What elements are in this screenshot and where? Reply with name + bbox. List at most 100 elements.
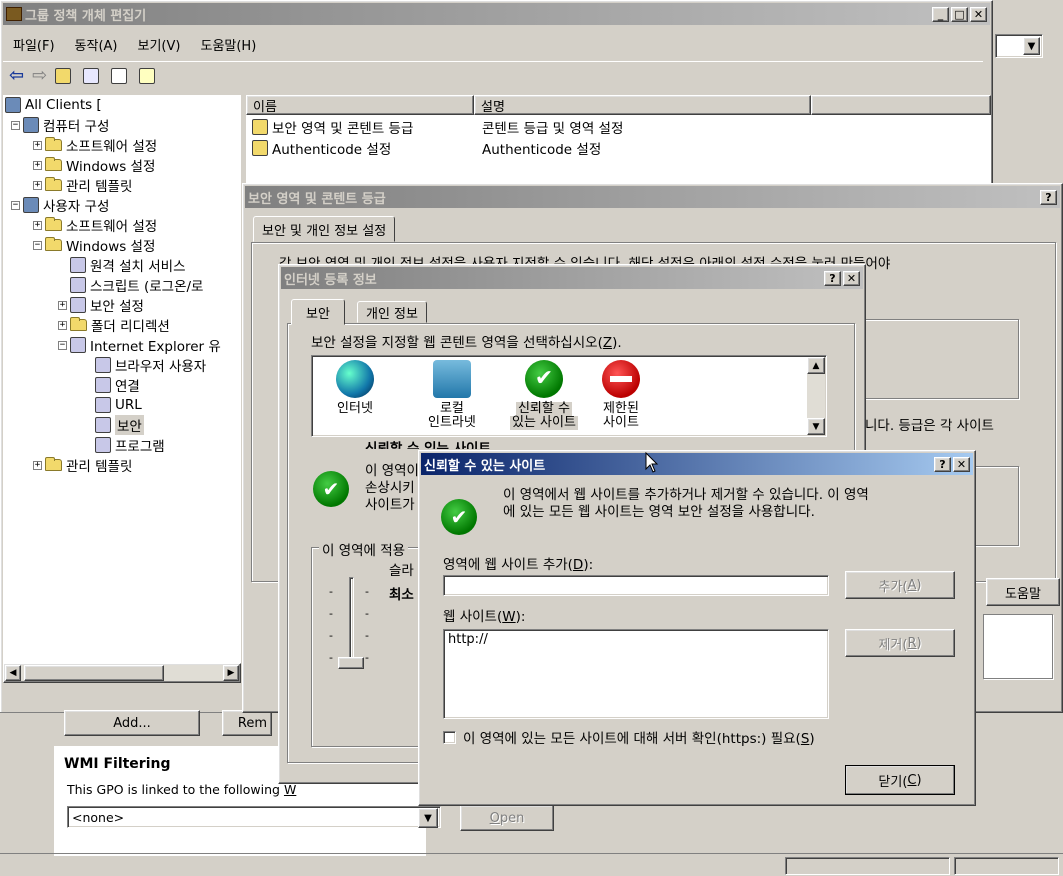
tree-item[interactable]: 프로그램: [83, 435, 165, 455]
expand-icon[interactable]: +: [33, 140, 42, 150]
expand-icon[interactable]: +: [33, 180, 42, 190]
list-row[interactable]: 보안 영역 및 콘텐트 등급: [252, 117, 413, 137]
add-site-input[interactable]: [443, 575, 829, 596]
help-button[interactable]: 도움말: [986, 578, 1060, 606]
show-tree-icon[interactable]: [83, 67, 100, 84]
close-dialog-button[interactable]: 닫기(C): [845, 765, 955, 795]
zone-internet[interactable]: 인터넷: [336, 360, 374, 416]
expand-icon[interactable]: +: [58, 320, 67, 330]
https-checkbox[interactable]: [443, 730, 456, 744]
zone-rating-titlebar[interactable]: 보안 영역 및 콘텐트 등급 ?: [245, 186, 1060, 208]
site-item[interactable]: http://: [448, 632, 824, 647]
remove-site-button[interactable]: 제거(R): [845, 629, 955, 657]
trusted-sites-titlebar[interactable]: 신뢰할 수 있는 사이트 ? ✕: [421, 453, 973, 475]
list-pane[interactable]: 이름 설명 보안 영역 및 콘텐트 등급 콘텐트 등급 및 영역 설정 Auth…: [246, 95, 991, 195]
scroll-left-icon[interactable]: ◀: [5, 665, 21, 681]
tree-item[interactable]: + 관리 템플릿: [33, 175, 132, 195]
slider-thumb[interactable]: [338, 657, 364, 669]
toolbar: ⇦ ⇨: [3, 61, 983, 89]
tab-security[interactable]: 보안: [291, 299, 345, 325]
zone-restricted-sites[interactable]: 제한된 사이트: [602, 360, 640, 430]
tree-item[interactable]: URL: [83, 395, 142, 415]
tree-item[interactable]: − 컴퓨터 구성: [11, 115, 109, 135]
header-name[interactable]: 이름: [246, 95, 474, 115]
remove-gpo-button[interactable]: Rem: [222, 710, 272, 736]
policy-node-icon: [23, 197, 39, 213]
main-titlebar[interactable]: 그룹 정책 개체 편집기 _ □ ✕: [3, 3, 990, 25]
expand-icon[interactable]: +: [58, 300, 67, 310]
header-desc[interactable]: 설명: [474, 95, 811, 115]
checkmark-icon: ✔: [524, 360, 563, 398]
expand-icon[interactable]: +: [33, 460, 42, 470]
dropdown-arrow-icon[interactable]: ▼: [1023, 37, 1040, 55]
tree-item[interactable]: 연결: [83, 375, 140, 395]
folder-icon: [45, 177, 62, 191]
scroll-right-icon[interactable]: ▶: [223, 665, 239, 681]
collapse-icon[interactable]: −: [11, 120, 20, 130]
minimize-button[interactable]: _: [932, 6, 949, 22]
tree-item[interactable]: + 소프트웨어 설정: [33, 135, 157, 155]
folder-icon: [45, 457, 62, 471]
collapse-icon[interactable]: −: [33, 240, 42, 250]
tree-item[interactable]: − Windows 설정: [33, 235, 155, 255]
trusted-sites-close-button[interactable]: ✕: [953, 456, 970, 472]
tree-item-selected[interactable]: 보안: [83, 415, 144, 435]
tree-item[interactable]: − 사용자 구성: [11, 195, 109, 215]
right-dropdown[interactable]: ▼: [995, 34, 1043, 58]
maximize-button[interactable]: □: [951, 6, 968, 22]
tree-item[interactable]: 스크립트 (로그온/로: [58, 275, 203, 295]
scroll-thumb[interactable]: [24, 665, 164, 681]
help-icon[interactable]: [139, 67, 156, 84]
tab-privacy[interactable]: 개인 정보: [357, 301, 427, 323]
export-icon[interactable]: [111, 67, 128, 84]
up-folder-icon[interactable]: [55, 67, 72, 84]
internet-props-close-button[interactable]: ✕: [843, 270, 860, 286]
checkmark-icon: ✔: [441, 499, 477, 535]
tree-item[interactable]: All Clients [: [5, 95, 102, 115]
https-require-row[interactable]: 이 영역에 있는 모든 사이트에 대해 서버 확인(https:) 필요(S): [443, 727, 815, 747]
zone-local-intranet[interactable]: 로컬 인트라넷: [428, 360, 476, 430]
list-row[interactable]: Authenticode 설정: [252, 138, 391, 158]
security-slider[interactable]: ---- ----: [329, 577, 379, 677]
policy-icon: [252, 140, 268, 156]
tree-item[interactable]: 브라우저 사용자: [83, 355, 206, 375]
tree-item[interactable]: + Windows 설정: [33, 155, 155, 175]
open-button[interactable]: Open: [460, 805, 554, 831]
zone-trusted-sites[interactable]: ✔ 신뢰할 수 있는 사이트: [510, 360, 578, 430]
tree-item[interactable]: + 폴더 리디렉션: [58, 315, 170, 335]
menu-file[interactable]: 파일(F): [13, 35, 55, 54]
add-site-button[interactable]: 추가(A): [845, 571, 955, 599]
wmi-text: This GPO is linked to the following W: [67, 782, 297, 797]
tree-item[interactable]: + 보안 설정: [58, 295, 144, 315]
tree-item[interactable]: − Internet Explorer 유: [58, 335, 221, 355]
add-gpo-button[interactable]: Add...: [64, 710, 200, 736]
menu-view[interactable]: 보기(V): [138, 35, 181, 54]
tab-privacy-security[interactable]: 보안 및 개인 정보 설정: [253, 216, 396, 242]
tree-pane[interactable]: All Clients [− 컴퓨터 구성 + 소프트웨어 설정 + Windows 설정…: [3, 95, 241, 663]
back-icon[interactable]: ⇦: [9, 65, 24, 86]
wmi-select[interactable]: <none>: [67, 806, 441, 828]
zone-list-vscroll[interactable]: ▲ ▼: [807, 357, 825, 435]
forward-icon[interactable]: ⇨: [32, 65, 47, 86]
scroll-down-icon[interactable]: ▼: [807, 418, 825, 435]
trusted-sites-help-button[interactable]: ?: [934, 456, 951, 472]
internet-props-help-button[interactable]: ?: [824, 270, 841, 286]
collapse-icon[interactable]: −: [58, 340, 67, 350]
sites-list[interactable]: http://: [443, 629, 829, 719]
tree-hscroll[interactable]: ◀ ▶: [3, 663, 241, 683]
menu-help[interactable]: 도움말(H): [200, 35, 256, 54]
mouse-cursor-icon: [645, 452, 659, 473]
zone-list[interactable]: 인터넷 로컬 인트라넷 ✔ 신뢰할 수 있는 사이트 제한된 사이트 ▲ ▼: [311, 355, 827, 437]
collapse-icon[interactable]: −: [11, 200, 20, 210]
internet-props-titlebar[interactable]: 인터넷 등록 정보 ? ✕: [281, 267, 863, 289]
menu-action[interactable]: 동작(A): [75, 35, 118, 54]
tree-item[interactable]: + 관리 템플릿: [33, 455, 132, 475]
tree-item[interactable]: 원격 설치 서비스: [58, 255, 186, 275]
scroll-up-icon[interactable]: ▲: [807, 357, 825, 374]
zone-rating-help-button[interactable]: ?: [1040, 189, 1057, 205]
expand-icon[interactable]: +: [33, 160, 42, 170]
expand-icon[interactable]: +: [33, 220, 42, 230]
wmi-dropdown-arrow-icon[interactable]: ▼: [418, 808, 438, 828]
close-button[interactable]: ✕: [970, 6, 987, 22]
tree-item[interactable]: + 소프트웨어 설정: [33, 215, 157, 235]
